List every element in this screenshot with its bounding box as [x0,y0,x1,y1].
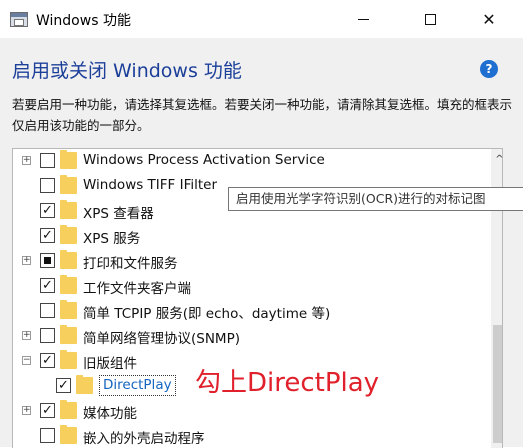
minimize-icon [357,18,369,20]
folder-icon [60,400,77,419]
feature-label[interactable]: DirectPlay [99,375,176,396]
feature-checkbox[interactable] [40,178,55,193]
folder-icon [60,150,77,169]
feature-label[interactable]: Windows TIFF IFilter [83,177,217,193]
expand-icon[interactable]: + [22,256,31,265]
folder-icon [60,275,77,294]
maximize-button[interactable] [407,0,453,38]
feature-checkbox[interactable]: ✓ [40,278,55,293]
feature-checkbox[interactable]: ✓ [40,203,55,218]
feature-label[interactable]: XPS 服务 [83,227,140,247]
scroll-thumb[interactable] [493,325,502,443]
feature-checkbox[interactable]: ✓ [40,228,55,243]
page-title: 启用或关闭 Windows 功能 [12,60,242,82]
maximize-icon [424,13,436,25]
feature-checkbox[interactable] [40,303,55,318]
feature-row[interactable]: 嵌入的外壳启动程序 [13,424,483,448]
close-button[interactable]: ✕ [466,0,512,38]
feature-checkbox[interactable] [40,328,55,343]
folder-icon [60,300,77,319]
feature-label[interactable]: 工作文件夹客户端 [83,277,191,297]
instruction-annotation: 勾上DirectPlay [195,368,380,398]
feature-label[interactable]: 打印和文件服务 [83,252,178,272]
feature-checkbox[interactable]: ✓ [56,378,71,393]
folder-icon [60,175,77,194]
scroll-up-icon[interactable]: ^ [491,151,502,168]
feature-row[interactable]: 简单 TCPIP 服务(即 echo、daytime 等) [13,299,483,324]
feature-checkbox[interactable] [40,153,55,168]
collapse-icon[interactable]: − [22,356,31,365]
title-bar: Windows 功能 ✕ [0,0,523,38]
expand-icon[interactable]: + [22,406,31,415]
feature-row[interactable]: + 简单网络管理协议(SNMP) [13,324,483,349]
folder-icon [60,250,77,269]
expand-icon[interactable]: + [22,331,31,340]
feature-checkbox[interactable]: ✓ [40,353,55,368]
feature-label[interactable]: Windows Process Activation Service [83,152,325,168]
folder-icon [60,350,77,369]
feature-row[interactable]: + Windows Process Activation Service [13,149,483,174]
instructions-text: 若要启用一种功能，请选择其复选框。若要关闭一种功能，请清除其复选框。填充的框表示… [12,97,513,133]
feature-row[interactable]: + ✓ 媒体功能 [13,399,483,424]
feature-label[interactable]: 旧版组件 [83,352,137,372]
feature-label[interactable]: 媒体功能 [83,402,137,422]
expand-icon[interactable]: + [22,156,31,165]
feature-row[interactable]: ✓ XPS 服务 [13,224,483,249]
feature-label[interactable]: 嵌入的外壳启动程序 [83,427,205,447]
windows-features-icon [10,12,28,27]
feature-checkbox[interactable]: ✓ [40,403,55,418]
feature-label[interactable]: 简单 TCPIP 服务(即 echo、daytime 等) [83,302,330,322]
folder-icon [60,325,77,344]
feature-row[interactable]: ✓ 工作文件夹客户端 [13,274,483,299]
feature-checkbox[interactable] [40,428,55,443]
feature-row[interactable]: + 打印和文件服务 [13,249,483,274]
window-title: Windows 功能 [36,13,131,29]
folder-icon [60,200,77,219]
feature-label[interactable]: XPS 查看器 [83,202,154,222]
folder-icon [60,225,77,244]
minimize-button[interactable] [340,0,386,38]
folder-icon [60,425,77,444]
feature-label[interactable]: 简单网络管理协议(SNMP) [83,327,240,347]
close-icon: ✕ [482,9,496,29]
feature-checkbox[interactable] [40,253,55,268]
feature-tooltip: 启用使用光学字符识别(OCR)进行的对标记图 [228,187,523,211]
folder-icon [76,375,93,394]
help-icon[interactable]: ? [480,60,498,78]
